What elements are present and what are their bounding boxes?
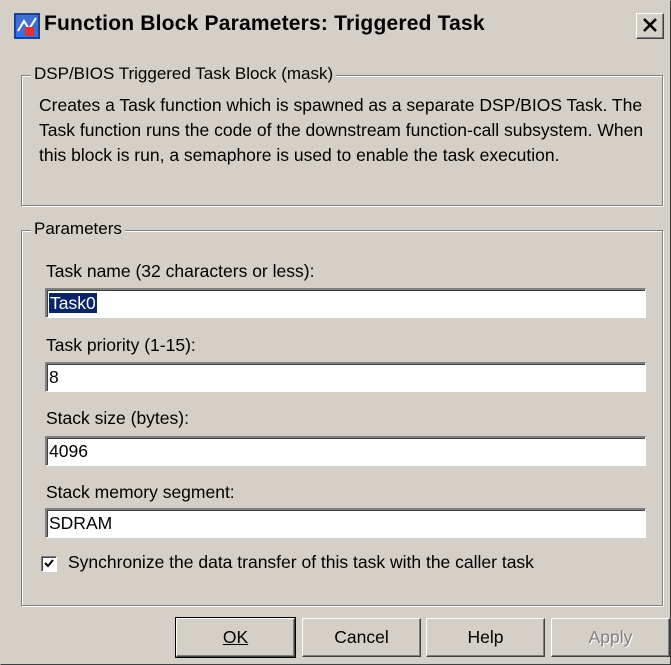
ok-button-label: OK xyxy=(222,627,249,647)
stack-memory-value: SDRAM xyxy=(49,513,113,533)
parameters-legend: Parameters xyxy=(31,219,125,239)
apply-button[interactable]: Apply xyxy=(551,618,670,657)
stack-memory-label: Stack memory segment: xyxy=(46,482,235,502)
stack-size-label: Stack size (bytes): xyxy=(46,408,189,428)
apply-button-label: Apply xyxy=(588,627,633,647)
stack-memory-input[interactable]: SDRAM xyxy=(45,508,646,538)
simulink-block-icon xyxy=(14,13,40,39)
sync-checkbox[interactable] xyxy=(41,556,57,572)
cancel-button-label: Cancel xyxy=(334,627,389,647)
sync-checkbox-label[interactable]: Synchronize the data transfer of this ta… xyxy=(68,552,534,573)
description-text: Creates a Task function which is spawned… xyxy=(39,95,644,165)
task-priority-value: 8 xyxy=(49,367,59,387)
task-priority-label: Task priority (1-15): xyxy=(46,335,196,355)
close-icon xyxy=(643,18,657,32)
checkmark-icon xyxy=(44,559,54,568)
cancel-button[interactable]: Cancel xyxy=(302,618,421,657)
dialog-window: Function Block Parameters: Triggered Tas… xyxy=(0,0,671,665)
stack-size-value: 4096 xyxy=(49,441,88,461)
ok-button[interactable]: OK xyxy=(175,617,296,658)
stack-size-input[interactable]: 4096 xyxy=(45,436,646,466)
help-button-label: Help xyxy=(467,627,504,647)
help-button[interactable]: Help xyxy=(426,618,545,657)
window-title: Function Block Parameters: Triggered Tas… xyxy=(44,12,485,35)
task-priority-input[interactable]: 8 xyxy=(45,362,646,392)
task-name-input[interactable]: Task0 xyxy=(45,288,646,318)
close-button[interactable] xyxy=(636,13,664,39)
task-name-label: Task name (32 characters or less): xyxy=(46,261,315,281)
task-name-value: Task0 xyxy=(49,293,97,313)
description-legend: DSP/BIOS Triggered Task Block (mask) xyxy=(31,64,337,84)
title-bar[interactable]: Function Block Parameters: Triggered Tas… xyxy=(4,4,667,46)
